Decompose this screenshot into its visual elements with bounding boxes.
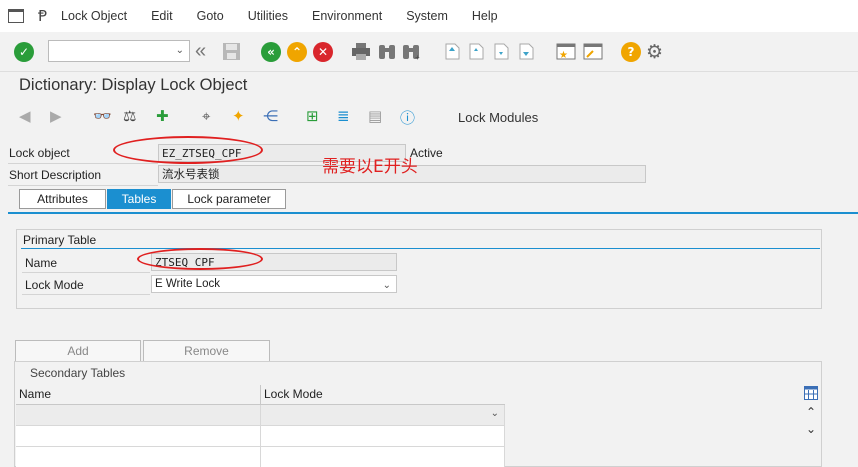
tab-underline: [8, 212, 858, 214]
where-used-icon[interactable]: ⌖: [202, 107, 210, 125]
secondary-tables-title: Secondary Tables: [30, 366, 126, 380]
menu-environment[interactable]: Environment: [312, 9, 382, 23]
table-cell-lock-mode[interactable]: ⌄: [261, 405, 505, 426]
application-toolbar: ◀ ▶ 👓 ⚖ ✚ ⌖ ✦ ⋲ ⊞ ≣ ▤ ⓘ Lock Modules: [0, 103, 858, 131]
object-list-icon[interactable]: ⋲: [263, 107, 278, 125]
info-icon[interactable]: ⓘ: [400, 107, 415, 128]
chevron-down-icon[interactable]: ⌄: [491, 408, 499, 419]
tab-lock-parameter[interactable]: Lock parameter: [172, 189, 286, 209]
menu-goto[interactable]: Goto: [197, 9, 224, 23]
menu-edit[interactable]: Edit: [151, 9, 173, 23]
menu-bar: Ᵽ Lock Object Edit Goto Utilities Enviro…: [0, 0, 858, 32]
add-button[interactable]: Add: [15, 340, 141, 362]
column-header-lock-mode[interactable]: Lock Mode: [261, 385, 505, 405]
remove-button[interactable]: Remove: [143, 340, 270, 362]
magic-wand-icon[interactable]: ✦: [232, 107, 245, 125]
primary-table-group: Primary Table: [16, 229, 822, 309]
find-next-icon[interactable]: +: [402, 42, 422, 61]
primary-name-label: Name: [25, 256, 58, 270]
tab-attributes[interactable]: Attributes: [19, 189, 106, 209]
secondary-tables-control: Secondary Tables Name Lock Mode ⌄: [14, 361, 822, 467]
help-icon[interactable]: ?: [621, 42, 641, 62]
svg-text:★: ★: [559, 50, 568, 61]
arrow-left-icon[interactable]: ◀: [19, 107, 31, 125]
activate-icon[interactable]: ✚: [156, 107, 169, 125]
back-icon[interactable]: «: [261, 42, 281, 62]
lock-mode-select[interactable]: E Write Lock ⌄: [151, 275, 397, 293]
primary-table-title: Primary Table: [23, 233, 97, 247]
row-divider: [8, 185, 158, 186]
last-page-icon[interactable]: [517, 42, 535, 61]
sap-p-icon[interactable]: Ᵽ: [38, 7, 47, 25]
table-cell-name[interactable]: [16, 405, 261, 426]
row-divider: [22, 294, 150, 295]
save-icon[interactable]: [222, 42, 241, 61]
shortcut-icon[interactable]: [583, 42, 603, 61]
screen-title: Dictionary: Display Lock Object: [19, 76, 248, 94]
menu-system[interactable]: System: [406, 9, 448, 23]
first-page-icon[interactable]: [443, 42, 461, 61]
lock-mode-value: E Write Lock: [155, 278, 220, 290]
menu-utilities[interactable]: Utilities: [248, 9, 288, 23]
next-page-icon[interactable]: [492, 42, 510, 61]
row-divider: [22, 272, 150, 273]
table-view-icon[interactable]: ▤: [368, 107, 382, 125]
lock-object-label: Lock object: [9, 146, 70, 160]
annotation-ellipse: [137, 248, 263, 270]
hierarchy-icon[interactable]: ⊞: [306, 107, 319, 125]
menu-help[interactable]: Help: [472, 9, 498, 23]
system-menu-icon[interactable]: [8, 9, 24, 23]
lock-modules-button[interactable]: Lock Modules: [458, 110, 538, 125]
command-field[interactable]: ⌄: [48, 40, 190, 62]
enter-icon[interactable]: ✓: [14, 42, 34, 62]
short-description-label: Short Description: [9, 168, 102, 182]
menu-lock-object[interactable]: Lock Object: [61, 9, 127, 23]
row-divider: [8, 163, 158, 164]
cancel-icon[interactable]: ✕: [313, 42, 333, 62]
exit-icon[interactable]: ⌃: [287, 42, 307, 62]
column-settings-icon[interactable]: [804, 386, 818, 403]
scroll-up-icon[interactable]: ⌃: [806, 405, 816, 419]
table-cell-name[interactable]: [16, 447, 261, 467]
annotation-text: 需要以E开头: [322, 157, 418, 177]
customize-icon[interactable]: ⚙: [646, 41, 663, 63]
stack-icon[interactable]: ≣: [337, 107, 350, 125]
table-cell-name[interactable]: [16, 426, 261, 447]
check-icon[interactable]: ⚖: [123, 107, 136, 125]
column-header-name[interactable]: Name: [16, 385, 261, 405]
table-cell-lock-mode[interactable]: [261, 447, 505, 467]
previous-page-icon[interactable]: [467, 42, 485, 61]
group-title-line: [21, 248, 820, 249]
table-cell-lock-mode[interactable]: [261, 426, 505, 447]
standard-toolbar: ✓ ⌄ « « ⌃ ✕ + ★ ? ⚙: [0, 32, 858, 72]
svg-text:+: +: [415, 53, 420, 61]
display-change-icon[interactable]: 👓: [93, 107, 112, 125]
annotation-ellipse: [113, 136, 263, 164]
tab-tables[interactable]: Tables: [107, 189, 171, 209]
arrow-right-icon[interactable]: ▶: [50, 107, 62, 125]
print-icon[interactable]: [351, 42, 371, 61]
find-icon[interactable]: [378, 42, 396, 61]
back-double-icon[interactable]: «: [195, 40, 206, 63]
chevron-down-icon[interactable]: ⌄: [383, 277, 391, 294]
lock-mode-label: Lock Mode: [25, 278, 84, 292]
create-session-icon[interactable]: ★: [556, 42, 576, 61]
scroll-down-icon[interactable]: ⌄: [806, 422, 816, 436]
chevron-down-icon[interactable]: ⌄: [176, 45, 184, 56]
